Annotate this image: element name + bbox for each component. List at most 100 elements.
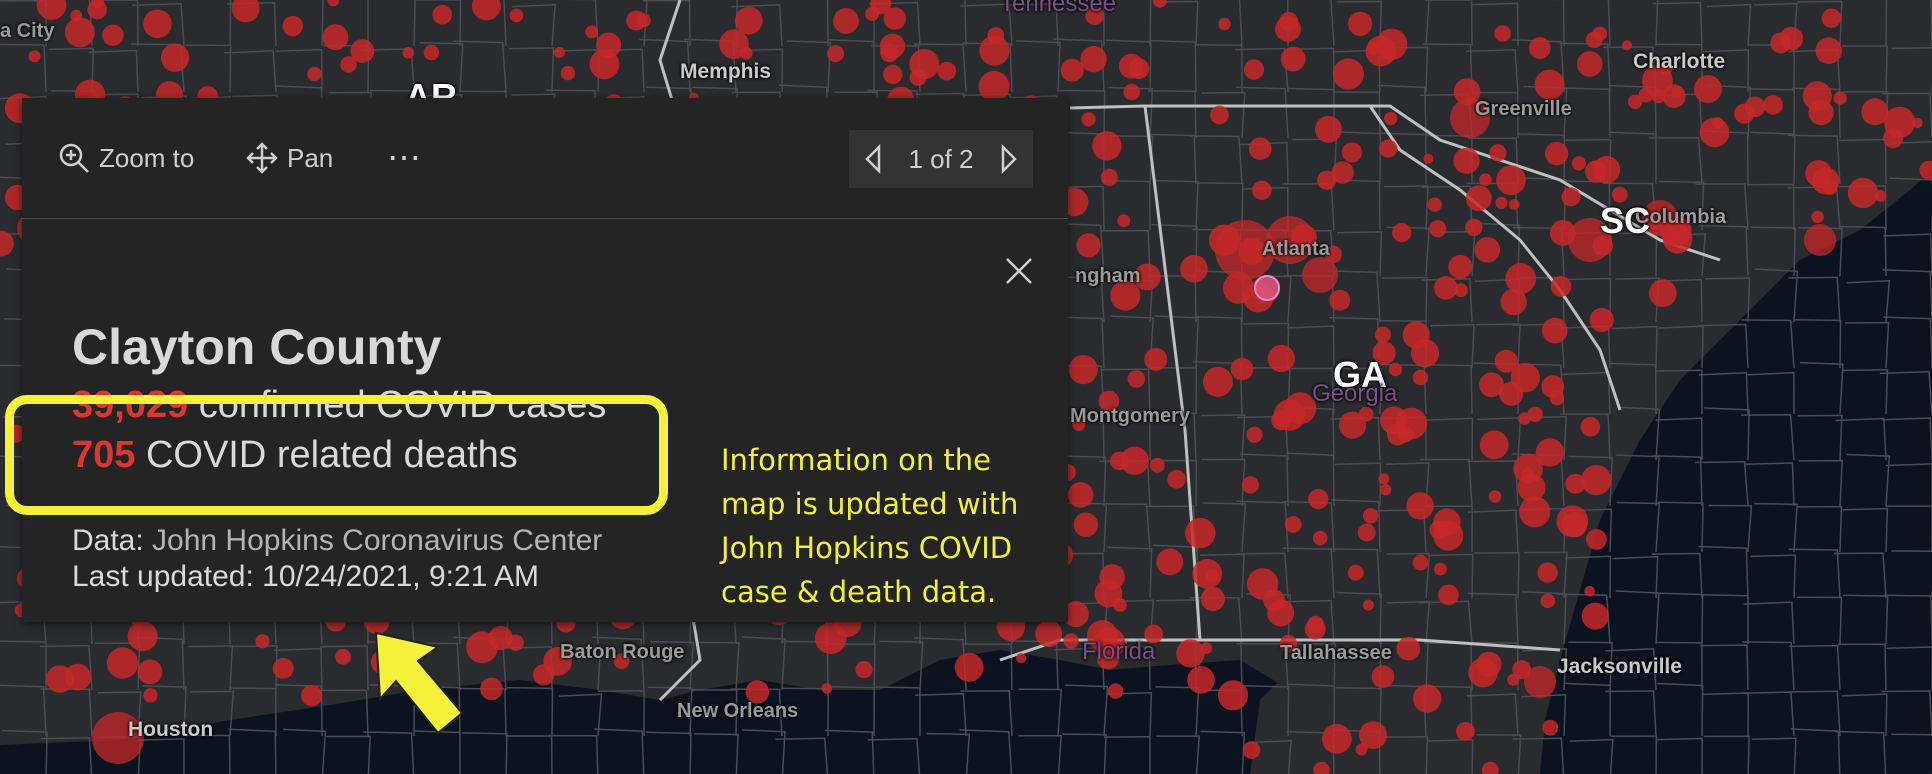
case-marker[interactable] [1080,46,1107,73]
case-marker[interactable] [1508,199,1520,210]
case-marker[interactable] [1528,37,1551,59]
case-marker[interactable] [1648,279,1677,308]
case-marker[interactable] [1284,516,1302,533]
selected-county-marker[interactable] [1254,275,1280,301]
case-marker[interactable] [335,648,351,665]
case-marker[interactable] [1263,589,1285,612]
case-marker[interactable] [1379,484,1392,496]
case-marker[interactable] [1218,17,1231,31]
case-marker[interactable] [1763,95,1783,115]
case-marker[interactable] [1513,453,1543,484]
case-marker[interactable] [1496,165,1526,196]
case-marker[interactable] [1565,473,1586,494]
case-marker[interactable] [1332,58,1364,90]
case-marker[interactable] [1434,562,1447,576]
case-marker[interactable] [1200,586,1225,612]
case-marker[interactable] [855,661,873,679]
case-marker[interactable] [883,64,903,85]
case-marker[interactable] [1621,40,1633,51]
case-marker[interactable] [937,61,957,81]
case-marker[interactable] [1693,75,1722,104]
case-marker[interactable] [1167,470,1186,489]
case-marker[interactable] [1016,653,1027,664]
case-marker[interactable] [1210,105,1229,125]
case-marker[interactable] [1581,602,1609,630]
case-marker[interactable] [255,634,270,649]
case-marker[interactable] [1821,8,1842,28]
case-marker[interactable] [282,15,303,37]
case-marker[interactable] [1358,406,1374,422]
case-marker[interactable] [1581,465,1612,496]
case-marker[interactable] [1149,457,1165,473]
case-marker[interactable] [954,652,984,682]
case-marker[interactable] [1267,344,1295,373]
case-marker[interactable] [1248,137,1272,160]
case-marker[interactable] [1242,741,1261,759]
case-marker[interactable] [1592,26,1608,42]
case-marker[interactable] [1576,51,1603,77]
case-marker[interactable] [1883,128,1904,149]
case-marker[interactable] [1410,339,1440,368]
case-marker[interactable] [507,634,524,651]
case-marker[interactable] [1534,69,1565,100]
case-marker[interactable] [1067,482,1094,508]
case-marker[interactable] [64,663,92,691]
case-marker[interactable] [1453,147,1480,174]
case-marker[interactable] [1113,598,1127,612]
case-marker[interactable] [1347,564,1364,581]
case-marker[interactable] [307,66,322,82]
case-marker[interactable] [1912,117,1923,129]
case-marker[interactable] [1348,11,1373,36]
case-marker[interactable] [1357,523,1376,542]
case-marker[interactable] [560,65,576,81]
case-marker[interactable] [1321,724,1352,754]
case-marker[interactable] [1355,743,1368,756]
case-marker[interactable] [1494,349,1518,373]
case-marker[interactable] [1527,406,1543,422]
case-marker[interactable] [1805,160,1832,187]
case-marker[interactable] [1406,492,1434,520]
case-marker[interactable] [1120,446,1149,475]
case-marker[interactable] [1127,370,1146,388]
case-marker[interactable] [1476,651,1502,677]
case-marker[interactable] [1505,263,1537,294]
case-marker[interactable] [127,621,158,652]
case-marker[interactable] [1427,197,1442,212]
case-marker[interactable] [102,24,124,46]
case-marker[interactable] [1494,25,1511,42]
case-marker[interactable] [1392,223,1412,243]
case-marker[interactable] [509,8,524,23]
case-marker[interactable] [1770,32,1792,54]
case-marker[interactable] [1329,289,1351,311]
case-marker[interactable] [1744,96,1766,118]
case-marker[interactable] [1092,131,1122,161]
case-marker[interactable] [1117,214,1131,228]
case-marker[interactable] [1433,508,1461,536]
case-marker[interactable] [1073,512,1099,537]
pan-button[interactable]: Pan [245,138,333,178]
more-options-button[interactable]: ⋯ [387,138,421,178]
case-marker[interactable] [64,17,95,48]
case-marker[interactable] [1365,35,1397,67]
case-marker[interactable] [1544,142,1569,166]
case-marker[interactable] [1128,58,1150,79]
case-marker[interactable] [1542,317,1568,344]
case-marker[interactable] [1378,473,1390,485]
case-marker[interactable] [1434,276,1458,300]
case-marker[interactable] [1495,196,1508,209]
case-marker[interactable] [1230,357,1254,381]
case-marker[interactable] [1413,684,1442,713]
case-marker[interactable] [1060,58,1084,82]
next-icon[interactable] [999,144,1019,174]
case-marker[interactable] [1423,153,1434,164]
case-marker[interactable] [1540,593,1556,609]
case-marker[interactable] [1479,430,1509,460]
case-marker[interactable] [1465,185,1492,212]
case-marker[interactable] [1561,187,1581,207]
case-marker[interactable] [1662,84,1686,108]
case-marker[interactable] [1488,490,1502,503]
case-marker[interactable] [1638,87,1654,103]
case-marker[interactable] [272,658,294,679]
case-marker[interactable] [1847,177,1879,209]
case-marker[interactable] [1811,210,1824,224]
